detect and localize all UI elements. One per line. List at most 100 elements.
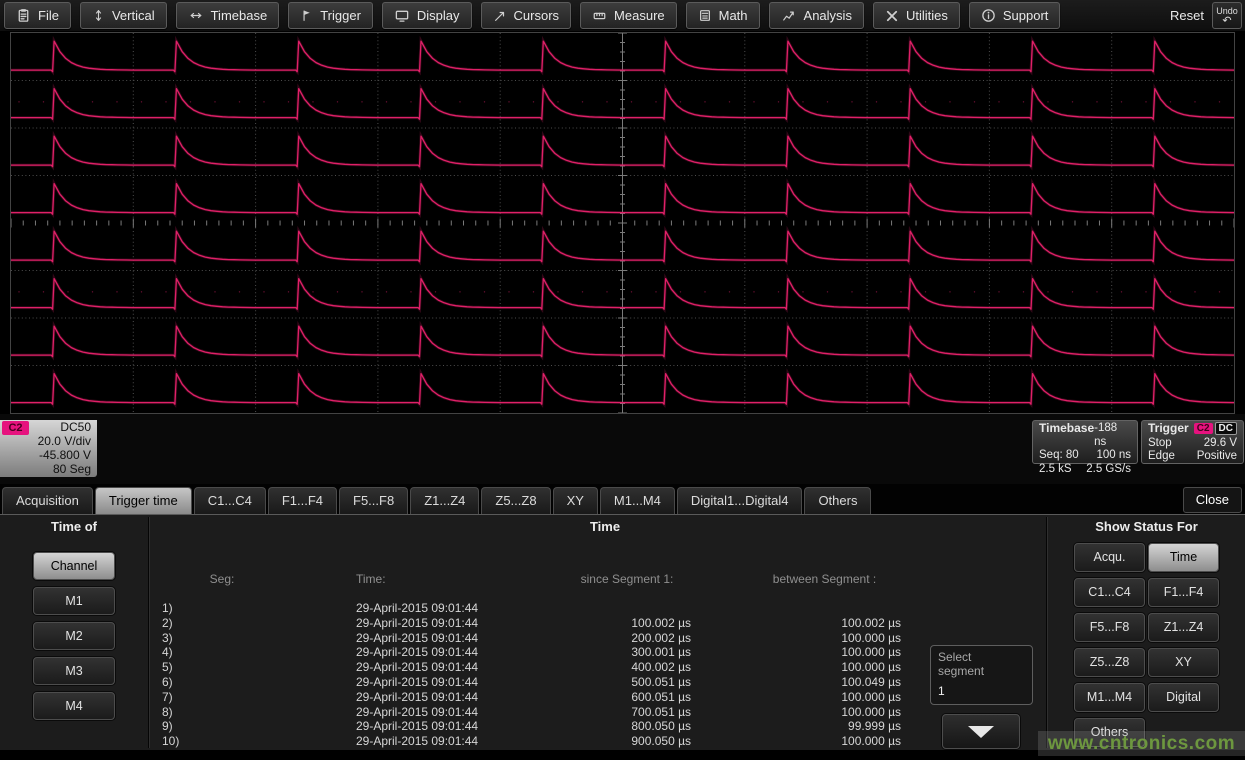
since-segment-cell: 900.050 µs <box>532 734 722 749</box>
between-segment-cell: 99.999 µs <box>722 719 927 734</box>
tab-c1-c4[interactable]: C1...C4 <box>194 487 266 514</box>
between-segment-cell: 100.002 µs <box>722 616 927 631</box>
tab-others[interactable]: Others <box>804 487 871 514</box>
time-cell: 29-April-2015 09:01:44 <box>292 660 532 675</box>
time-cell: 29-April-2015 09:01:44 <box>292 616 532 631</box>
reset-button[interactable]: Reset <box>1170 8 1204 23</box>
table-row: 5)29-April-2015 09:01:44400.002 µs100.00… <box>152 660 927 675</box>
menu-item-label: Cursors <box>514 8 560 23</box>
measure-icon <box>592 9 607 23</box>
seg-cell: 4) <box>152 645 292 660</box>
dialog-tab-bar: AcquisitionTrigger timeC1...C4F1...F4F5.… <box>0 484 1245 515</box>
trigger-time-dialog: AcquisitionTrigger timeC1...C4F1...F4F5.… <box>0 484 1245 750</box>
menu-bar: File Vertical Timebase Trigger Display Cursor… <box>0 0 1245 31</box>
time-cell: 29-April-2015 09:01:44 <box>292 705 532 720</box>
between-segment-cell <box>722 601 927 616</box>
status-xy-button[interactable]: XY <box>1148 648 1219 677</box>
menu-timebase-button[interactable]: Timebase <box>176 2 280 29</box>
tab-m1-m4[interactable]: M1...M4 <box>600 487 675 514</box>
status-digital-button[interactable]: Digital <box>1148 683 1219 712</box>
timebase-per-div: 100 ns <box>1096 449 1131 463</box>
column-header: between Segment : <box>722 571 927 587</box>
status-time-button[interactable]: Time <box>1148 543 1219 572</box>
menu-utilities-button[interactable]: Utilities <box>873 2 960 29</box>
table-row: 3)29-April-2015 09:01:44200.002 µs100.00… <box>152 631 927 646</box>
channel-c2-badge: C2 <box>2 421 29 435</box>
timebase-sample-rate: 2.5 GS/s <box>1086 463 1131 477</box>
select-segment-field[interactable]: Select segment 1 <box>930 645 1033 705</box>
segment-down-button[interactable] <box>942 714 1020 749</box>
between-segment-cell: 100.000 µs <box>722 660 927 675</box>
table-row: 7)29-April-2015 09:01:44600.051 µs100.00… <box>152 690 927 705</box>
menu-item-label: Display <box>417 8 460 23</box>
menu-measure-button[interactable]: Measure <box>580 2 677 29</box>
oscilloscope-app: File Vertical Timebase Trigger Display Cursor… <box>0 0 1245 760</box>
table-row: 9)29-April-2015 09:01:44800.050 µs99.999… <box>152 719 927 734</box>
since-segment-cell: 200.002 µs <box>532 631 722 646</box>
divider-left <box>148 517 150 748</box>
tab-digital1-digital4[interactable]: Digital1...Digital4 <box>677 487 803 514</box>
menu-analysis-button[interactable]: Analysis <box>769 2 864 29</box>
table-row: 10)29-April-2015 09:01:44900.050 µs100.0… <box>152 734 927 749</box>
status-f5-f8-button[interactable]: F5...F8 <box>1074 613 1145 642</box>
tab-f1-f4[interactable]: F1...F4 <box>268 487 337 514</box>
since-segment-cell: 400.002 µs <box>532 660 722 675</box>
graticule-and-trace <box>11 33 1234 413</box>
trigger-descriptor[interactable]: Trigger C2DC Stop 29.6 V Edge Positive <box>1141 420 1244 464</box>
support-icon <box>981 8 996 23</box>
time-of-m1-button[interactable]: M1 <box>33 587 115 615</box>
status-z1-z4-button[interactable]: Z1...Z4 <box>1148 613 1219 642</box>
tab-acquisition[interactable]: Acquisition <box>2 487 93 514</box>
menu-trigger-button[interactable]: Trigger <box>288 2 373 29</box>
analysis-icon <box>781 9 797 23</box>
timebase-descriptor[interactable]: Timebase -188 ns Seq: 80 100 ns 2.5 kS 2… <box>1032 420 1138 464</box>
tab-z1-z4[interactable]: Z1...Z4 <box>410 487 479 514</box>
time-cell: 29-April-2015 09:01:44 <box>292 601 532 616</box>
status-f1-f4-button[interactable]: F1...F4 <box>1148 578 1219 607</box>
status-m1-m4-button[interactable]: M1...M4 <box>1074 683 1145 712</box>
menu-file-button[interactable]: File <box>4 2 71 29</box>
math-icon <box>698 8 712 23</box>
trigger-title: Trigger <box>1148 422 1189 437</box>
close-button[interactable]: Close <box>1183 487 1242 513</box>
seg-cell: 8) <box>152 705 292 720</box>
watermark: www.cntronics.com <box>1038 731 1245 756</box>
since-segment-cell <box>532 601 722 616</box>
seg-cell: 9) <box>152 719 292 734</box>
column-header: Seg: <box>152 571 292 587</box>
select-segment-value: 1 <box>938 684 1025 698</box>
trigger-level: 29.6 V <box>1204 437 1237 451</box>
menu-support-button[interactable]: Support <box>969 2 1061 29</box>
tab-f5-f8[interactable]: F5...F8 <box>339 487 408 514</box>
since-segment-cell: 600.051 µs <box>532 690 722 705</box>
status-c1-c4-button[interactable]: C1...C4 <box>1074 578 1145 607</box>
time-of-m4-button[interactable]: M4 <box>33 692 115 720</box>
undo-arrow-icon: ↶ <box>1213 16 1241 26</box>
status-z5-z8-button[interactable]: Z5...Z8 <box>1074 648 1145 677</box>
seg-cell: 2) <box>152 616 292 631</box>
menu-vertical-button[interactable]: Vertical <box>80 2 167 29</box>
menu-item-label: Analysis <box>804 8 852 23</box>
channel-coupling: DC50 <box>38 420 91 434</box>
channel-c2-readouts: DC50 20.0 V/div -45.800 V 80 Seg <box>38 420 91 476</box>
tab-trigger-time[interactable]: Trigger time <box>95 487 192 514</box>
menu-cursors-button[interactable]: Cursors <box>481 2 572 29</box>
undo-button[interactable]: Undo ↶ <box>1212 2 1242 29</box>
waveform-display[interactable] <box>10 32 1235 414</box>
vertical-icon <box>92 8 105 23</box>
seg-cell: 1) <box>152 601 292 616</box>
seg-cell: 5) <box>152 660 292 675</box>
tab-xy[interactable]: XY <box>553 487 598 514</box>
tab-z5-z8[interactable]: Z5...Z8 <box>481 487 550 514</box>
timebase-title: Timebase <box>1039 422 1094 449</box>
time-of-m2-button[interactable]: M2 <box>33 622 115 650</box>
menu-display-button[interactable]: Display <box>382 2 472 29</box>
time-of-channel-button[interactable]: Channel <box>33 552 115 580</box>
trigger-source-badge: C2 <box>1194 423 1213 434</box>
menu-math-button[interactable]: Math <box>686 2 760 29</box>
between-segment-cell: 100.049 µs <box>722 675 927 690</box>
channel-c2-descriptor[interactable]: C2 DC50 20.0 V/div -45.800 V 80 Seg <box>0 420 97 477</box>
menu-item-label: Vertical <box>112 8 155 23</box>
status-acqu-button[interactable]: Acqu. <box>1074 543 1145 572</box>
time-of-m3-button[interactable]: M3 <box>33 657 115 685</box>
